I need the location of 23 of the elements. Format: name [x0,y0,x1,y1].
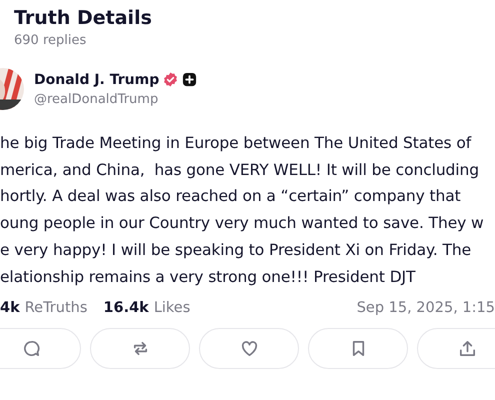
post-text-line: merica, and China, has gone VERY WELL! It will be concluding [0,160,480,181]
reply-count: 690 replies [14,33,88,48]
stat-label[interactable]: ReTruths [24,300,88,316]
share-icon [458,339,476,358]
post-text-line: hortly. A deal was also reached on a “certain” company that [0,186,462,208]
post-timestamp: Sep 15, 2025, 1:15 [356,300,495,316]
retruth-button[interactable] [90,328,190,370]
chat-bubble-icon [22,339,40,358]
author-name[interactable]: Donald J. Trump [34,72,160,88]
author-handle[interactable]: @realDonaldTrump [34,92,198,106]
bookmark-button[interactable] [308,328,408,370]
stat-count: 4k [0,300,20,316]
stat-label[interactable]: Likes [154,300,190,316]
post-text-line: oung people in our Country very much wanted to save. They w [0,213,485,234]
page-title: Truth Details [14,6,153,31]
heart-icon [240,339,258,358]
stat-count: 16.4k [103,300,149,316]
share-button[interactable] [417,328,495,370]
post-text-line: e very happy! I will be speaking to President Xi on Friday. The [0,240,472,261]
reply-button[interactable] [0,328,81,370]
post-text-line: elationship remains a very strong one!!! President DJT [0,266,416,288]
like-button[interactable] [199,328,299,370]
post-text-line: he big Trade Meeting in Europe between The United States of [0,133,472,154]
